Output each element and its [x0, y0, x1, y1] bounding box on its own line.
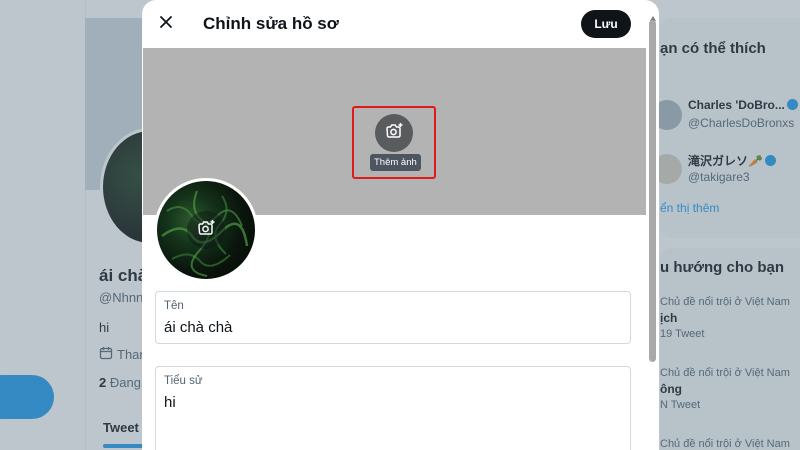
scrollbar-thumb[interactable] — [649, 20, 656, 362]
bio-input[interactable]: hi — [164, 394, 604, 411]
save-button[interactable]: Lưu — [581, 10, 631, 38]
camera-plus-icon — [196, 218, 216, 243]
profile-avatar — [154, 178, 258, 282]
camera-plus-icon — [384, 121, 404, 146]
add-photo-tooltip: Thêm ảnh — [370, 154, 421, 171]
name-field[interactable]: Tên ái chà chà — [155, 291, 631, 344]
dialog-title: Chỉnh sửa hồ sơ — [203, 14, 339, 33]
scroll-up-icon[interactable] — [649, 10, 657, 21]
edit-profile-dialog: Chỉnh sửa hồ sơ Lưu Thêm ảnh Tên ái chà … — [142, 0, 659, 450]
bio-field[interactable]: Tiểu sử hi — [155, 366, 631, 450]
close-button[interactable] — [150, 8, 182, 40]
change-avatar-button[interactable] — [187, 211, 225, 249]
close-icon — [158, 14, 174, 35]
name-field-label: Tên — [164, 300, 184, 312]
dialog-scrollbar[interactable] — [647, 16, 659, 450]
bio-field-label: Tiểu sử — [164, 375, 203, 387]
name-input[interactable]: ái chà chà — [164, 319, 604, 336]
add-banner-photo-button[interactable] — [375, 114, 413, 152]
highlight-box: Thêm ảnh — [352, 106, 436, 179]
dialog-header: Chỉnh sửa hồ sơ Lưu — [142, 0, 659, 48]
